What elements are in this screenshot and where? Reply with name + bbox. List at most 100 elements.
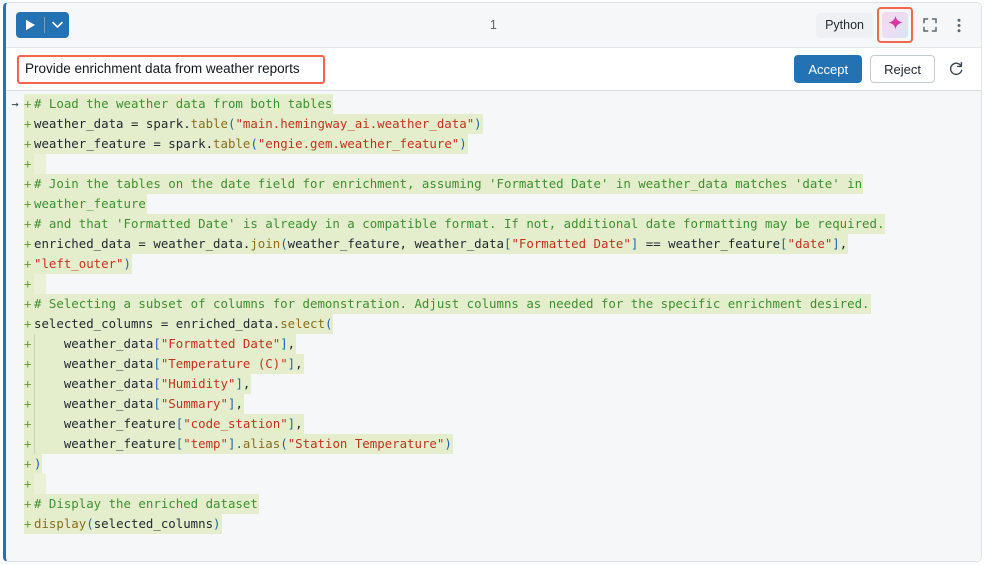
code-token: weather_feature, weather_data — [288, 236, 504, 251]
code-line-text: weather_feature — [34, 194, 147, 214]
code-line[interactable]: →+# Load the weather data from both tabl… — [6, 94, 981, 114]
ai-assistant-button[interactable] — [882, 12, 908, 38]
code-line[interactable]: +) — [6, 454, 981, 474]
assistant-prompt-bar: Accept Reject — [6, 47, 981, 91]
code-token: , — [295, 356, 302, 371]
code-line-text: "left_outer") — [34, 254, 132, 274]
code-line-text: weather_data["Humidity"], — [34, 374, 251, 394]
gutter-spacer — [6, 274, 24, 294]
code-token: , — [295, 416, 302, 431]
diff-added-marker: + — [24, 94, 34, 114]
code-line[interactable]: + weather_data["Humidity"], — [6, 374, 981, 394]
code-token: weather_data — [64, 336, 154, 351]
code-token: "Station Temperature" — [288, 436, 445, 451]
code-line[interactable]: +enriched_data = weather_data.join(weath… — [6, 234, 981, 254]
gutter-spacer — [6, 394, 24, 414]
play-icon[interactable] — [16, 12, 44, 38]
code-line[interactable]: +# Selecting a subset of columns for dem… — [6, 294, 981, 314]
code-line[interactable]: +# Join the tables on the date field for… — [6, 174, 981, 194]
code-token: # and that 'Formatted Date' is already i… — [34, 216, 884, 231]
code-line[interactable]: +# and that 'Formatted Date' is already … — [6, 214, 981, 234]
code-token: "left_outer" — [34, 256, 124, 271]
prompt-input-highlight — [17, 55, 325, 84]
gutter-spacer — [6, 154, 24, 174]
code-token: "Formatted Date" — [161, 336, 280, 351]
code-token: # Load the weather data from both tables — [34, 96, 332, 111]
code-line[interactable]: + weather_feature["temp"].alias("Station… — [6, 434, 981, 454]
gutter-spacer — [6, 254, 24, 274]
code-token: [ — [153, 336, 160, 351]
code-line[interactable]: + weather_feature["code_station"], — [6, 414, 981, 434]
prompt-input[interactable] — [25, 61, 317, 76]
gutter-spacer — [6, 114, 24, 134]
fullscreen-icon[interactable] — [917, 12, 943, 38]
current-line-arrow-icon: → — [6, 94, 24, 114]
gutter-spacer — [6, 294, 24, 314]
code-token: ] — [288, 416, 295, 431]
gutter-spacer — [6, 174, 24, 194]
code-token: [ — [153, 376, 160, 391]
code-token: ( — [325, 316, 332, 331]
refresh-icon[interactable] — [943, 56, 969, 82]
code-line[interactable]: + weather_data["Formatted Date"], — [6, 334, 981, 354]
code-token: weather_feature — [64, 436, 176, 451]
diff-added-marker: + — [24, 394, 34, 414]
code-token: "date" — [788, 236, 833, 251]
diff-added-marker: + — [24, 194, 34, 214]
code-token: ) — [459, 136, 466, 151]
code-line[interactable]: +display(selected_columns) — [6, 514, 981, 534]
code-token: "engie.gem.weather_feature" — [258, 136, 459, 151]
code-token: weather_feature — [34, 196, 146, 211]
code-line[interactable]: + weather_data["Temperature (C)"], — [6, 354, 981, 374]
notebook-cell: 1 Python — [3, 2, 982, 562]
code-token: ]. — [228, 436, 243, 451]
diff-added-marker: + — [24, 454, 34, 474]
code-line[interactable]: +weather_feature — [6, 194, 981, 214]
more-vertical-icon[interactable] — [946, 12, 972, 38]
code-token: [ — [153, 396, 160, 411]
chevron-down-icon[interactable] — [45, 12, 69, 38]
code-line-text: weather_feature = spark.table("engie.gem… — [34, 134, 468, 154]
code-token: ] — [280, 336, 287, 351]
code-token: weather_data — [64, 356, 154, 371]
code-line[interactable]: + weather_data["Summary"], — [6, 394, 981, 414]
cell-toolbar: 1 Python — [6, 3, 981, 47]
code-line-text: enriched_data = weather_data.join(weathe… — [34, 234, 848, 254]
code-line[interactable]: + — [6, 474, 981, 494]
code-token: "Humidity" — [161, 376, 236, 391]
diff-added-marker: + — [24, 354, 34, 374]
code-token: weather_data = spark. — [34, 116, 191, 131]
code-line-text: weather_data["Formatted Date"], — [34, 334, 296, 354]
diff-added-marker: + — [24, 214, 34, 234]
language-selector[interactable]: Python — [816, 13, 873, 38]
code-line[interactable]: +selected_columns = enriched_data.select… — [6, 314, 981, 334]
diff-added-marker: + — [24, 494, 34, 514]
reject-button[interactable]: Reject — [870, 55, 935, 83]
code-line[interactable]: +weather_feature = spark.table("engie.ge… — [6, 134, 981, 154]
code-token: ] — [832, 236, 839, 251]
code-diff-editor[interactable]: →+# Load the weather data from both tabl… — [6, 91, 981, 561]
diff-added-marker: + — [24, 334, 34, 354]
code-line[interactable]: +"left_outer") — [6, 254, 981, 274]
diff-added-marker: + — [24, 234, 34, 254]
accept-button[interactable]: Accept — [794, 55, 862, 83]
gutter-spacer — [6, 454, 24, 474]
code-token: , — [840, 236, 847, 251]
code-line[interactable]: +weather_data = spark.table("main.heming… — [6, 114, 981, 134]
code-token: # Selecting a subset of columns for demo… — [34, 296, 870, 311]
code-token: select — [280, 316, 325, 331]
diff-added-marker: + — [24, 294, 34, 314]
code-line[interactable]: + — [6, 274, 981, 294]
code-line[interactable]: + — [6, 154, 981, 174]
gutter-spacer — [6, 494, 24, 514]
gutter-spacer — [6, 474, 24, 494]
diff-added-marker: + — [24, 434, 34, 454]
gutter-spacer — [6, 194, 24, 214]
code-token: table — [213, 136, 250, 151]
code-token: ) — [124, 256, 131, 271]
gutter-spacer — [6, 414, 24, 434]
code-line[interactable]: +# Display the enriched dataset — [6, 494, 981, 514]
run-cell-group[interactable] — [16, 12, 69, 38]
code-line-text — [34, 154, 46, 174]
code-token: "main.hemingway_ai.weather_data" — [235, 116, 474, 131]
